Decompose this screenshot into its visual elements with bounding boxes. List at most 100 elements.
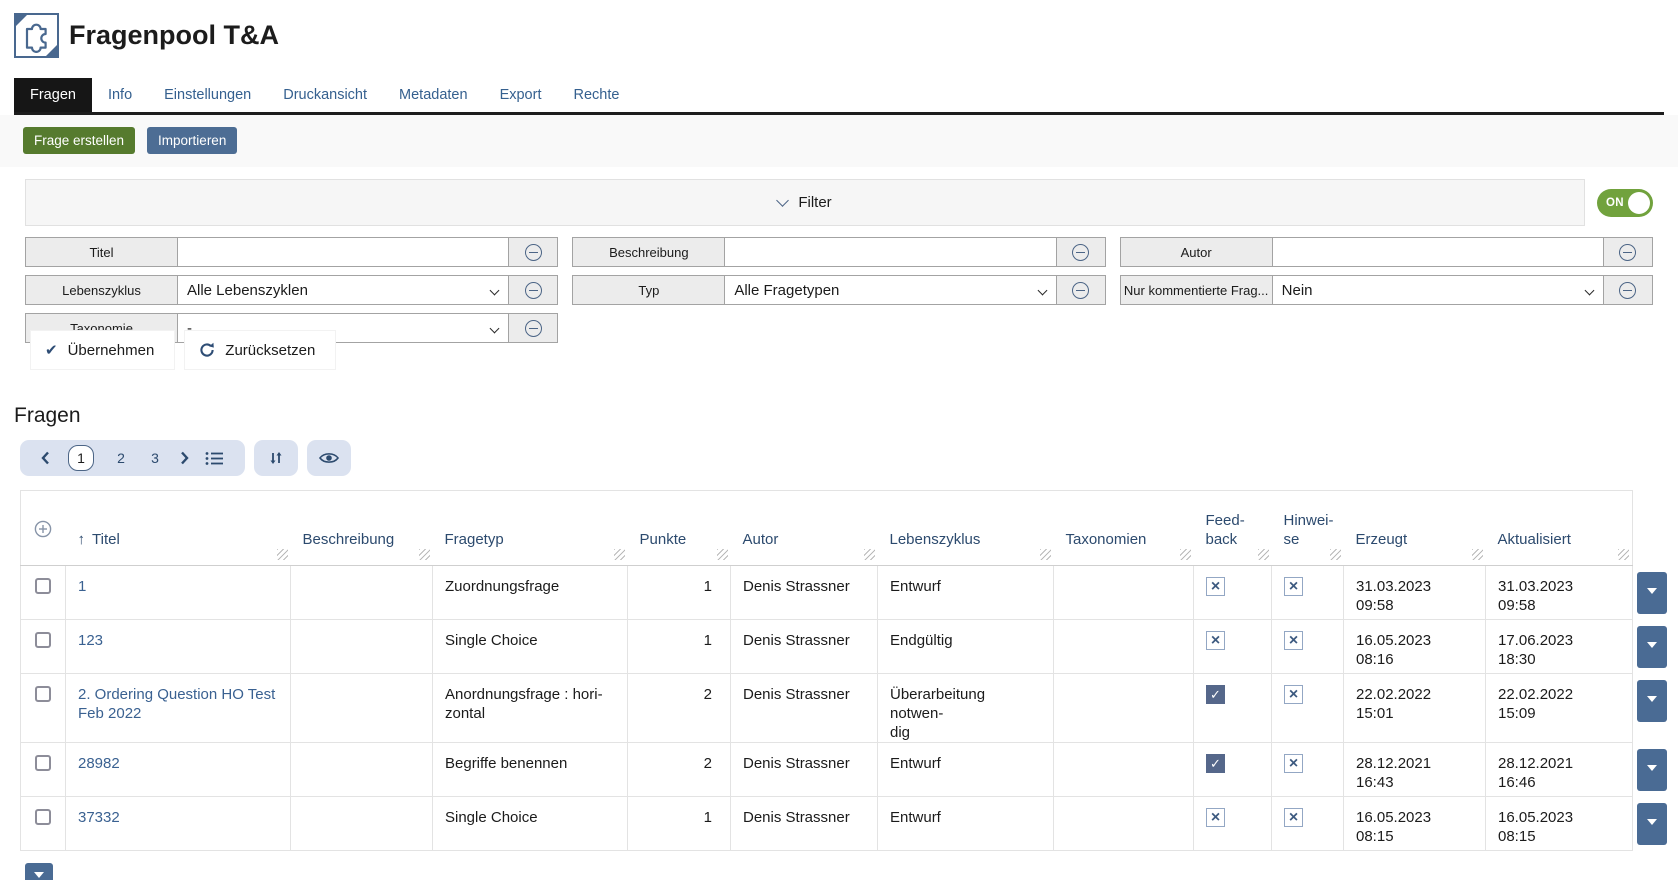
cell-erzeugt: 16.05.2023 08:15 <box>1344 797 1486 851</box>
typ-filter-select[interactable]: Alle Fragetypen <box>725 275 1056 305</box>
bulk-actions-dropdown[interactable] <box>25 863 53 880</box>
pagination-row: 1 2 3 <box>20 440 1678 476</box>
column-header-taxonomien[interactable]: Taxonomien <box>1054 491 1194 566</box>
remove-filter-button[interactable] <box>1604 237 1653 267</box>
column-header-erzeugt[interactable]: Erzeugt <box>1344 491 1486 566</box>
column-resize-handle[interactable] <box>614 549 625 560</box>
cell-beschreibung <box>291 674 433 743</box>
visibility-button[interactable] <box>307 440 351 476</box>
column-resize-handle[interactable] <box>1472 549 1483 560</box>
filter-collapse-header[interactable]: Filter <box>25 179 1585 226</box>
create-question-button[interactable]: Frage erstellen <box>23 127 135 154</box>
list-icon[interactable] <box>197 451 232 466</box>
column-resize-handle[interactable] <box>1330 549 1341 560</box>
row-checkbox[interactable] <box>35 578 51 594</box>
page-button-3[interactable]: 3 <box>138 446 172 470</box>
plus-circle-icon[interactable] <box>34 520 52 538</box>
row-checkbox[interactable] <box>35 686 51 702</box>
lebenszyklus-filter-select[interactable]: Alle Lebenszyklen <box>178 275 509 305</box>
filter-field-label: Nur kommentierte Frag... <box>1120 275 1273 305</box>
column-header-hinweise[interactable]: Hinwei- se <box>1272 491 1344 566</box>
column-resize-handle[interactable] <box>419 549 430 560</box>
row-actions-dropdown[interactable] <box>1637 572 1667 614</box>
row-actions-dropdown[interactable] <box>1637 803 1667 845</box>
remove-filter-button[interactable] <box>1057 275 1106 305</box>
minus-circle-icon <box>1619 282 1636 299</box>
cell-erzeugt: 22.02.2022 15:01 <box>1344 674 1486 743</box>
tab-metadaten[interactable]: Metadaten <box>383 78 484 112</box>
filter-panel: Filter ON Titel Beschreibung Autor Leben… <box>25 179 1653 370</box>
actions-header <box>1633 491 1663 566</box>
column-resize-handle[interactable] <box>277 549 288 560</box>
column-header-fragetyp[interactable]: Fragetyp <box>433 491 628 566</box>
column-header-punkte[interactable]: Punkte <box>628 491 731 566</box>
arrow-up-icon <box>78 531 86 548</box>
question-link[interactable]: 123 <box>78 632 103 649</box>
apply-filter-button[interactable]: ✔ Übernehmen <box>30 330 175 370</box>
cell-fragetyp: Single Choice <box>433 797 628 851</box>
autor-filter-input[interactable] <box>1273 237 1604 267</box>
table-row: 37332 Single Choice 1 Denis Strassner En… <box>21 797 1663 851</box>
page-button-1[interactable]: 1 <box>68 445 94 471</box>
filter-fields: Titel Beschreibung Autor Lebenszyklus Al… <box>25 237 1653 343</box>
remove-filter-button[interactable] <box>1604 275 1653 305</box>
cell-beschreibung <box>291 620 433 674</box>
page-title: Fragenpool T&A <box>69 20 279 51</box>
question-link[interactable]: 2. Ordering Question HO Test Feb 2022 <box>78 686 275 722</box>
sort-order-button[interactable] <box>254 440 298 476</box>
tab-druckansicht[interactable]: Druckansicht <box>267 78 383 112</box>
row-actions-dropdown[interactable] <box>1637 680 1667 722</box>
tab-einstellungen[interactable]: Einstellungen <box>148 78 267 112</box>
titel-filter-input[interactable] <box>178 237 509 267</box>
minus-circle-icon <box>525 282 542 299</box>
kommentierte-filter-select[interactable]: Nein <box>1273 275 1604 305</box>
beschreibung-filter-input[interactable] <box>725 237 1056 267</box>
chevron-down-icon <box>1037 286 1047 296</box>
tab-rechte[interactable]: Rechte <box>557 78 635 112</box>
filter-field-beschreibung: Beschreibung <box>572 237 1105 267</box>
column-header-lebenszyklus[interactable]: Lebenszyklus <box>878 491 1054 566</box>
table-header-row: Titel Beschreibung Fragetyp Punkte Autor… <box>21 491 1663 566</box>
tab-export[interactable]: Export <box>484 78 558 112</box>
row-actions-dropdown[interactable] <box>1637 626 1667 668</box>
reset-filter-button[interactable]: Zurücksetzen <box>184 330 336 370</box>
column-header-autor[interactable]: Autor <box>731 491 878 566</box>
row-checkbox[interactable] <box>35 632 51 648</box>
question-link[interactable]: 37332 <box>78 809 120 826</box>
column-header-feedback[interactable]: Feed- back <box>1194 491 1272 566</box>
remove-filter-button[interactable] <box>509 275 558 305</box>
tab-fragen[interactable]: Fragen <box>14 78 92 112</box>
tab-info[interactable]: Info <box>92 78 148 112</box>
column-header-beschreibung[interactable]: Beschreibung <box>291 491 433 566</box>
cell-taxonomien <box>1054 620 1194 674</box>
remove-filter-button[interactable] <box>509 237 558 267</box>
cell-lebenszyklus: Entwurf <box>878 743 1054 797</box>
column-resize-handle[interactable] <box>864 549 875 560</box>
page-button-2[interactable]: 2 <box>104 446 138 470</box>
column-resize-handle[interactable] <box>717 549 728 560</box>
cell-aktualisiert: 16.05.2023 08:15 <box>1486 797 1633 851</box>
row-checkbox[interactable] <box>35 809 51 825</box>
question-link[interactable]: 28982 <box>78 755 120 772</box>
remove-filter-button[interactable] <box>1057 237 1106 267</box>
chevron-right-icon[interactable] <box>172 451 197 465</box>
filter-on-toggle[interactable]: ON <box>1597 189 1653 217</box>
cell-aktualisiert: 31.03.2023 09:58 <box>1486 566 1633 620</box>
feedback-status-icon <box>1206 754 1225 773</box>
cell-punkte: 2 <box>628 674 731 743</box>
question-link[interactable]: 1 <box>78 578 86 595</box>
column-resize-handle[interactable] <box>1180 549 1191 560</box>
row-actions-dropdown[interactable] <box>1637 749 1667 791</box>
column-header-titel[interactable]: Titel <box>66 491 291 566</box>
section-title: Fragen <box>14 404 1678 428</box>
import-button[interactable]: Importieren <box>147 127 237 154</box>
feedback-status-icon <box>1206 577 1225 596</box>
cell-aktualisiert: 17.06.2023 18:30 <box>1486 620 1633 674</box>
column-resize-handle[interactable] <box>1258 549 1269 560</box>
chevron-down-icon <box>1585 286 1595 296</box>
row-checkbox[interactable] <box>35 755 51 771</box>
column-header-aktualisiert[interactable]: Aktualisiert <box>1486 491 1633 566</box>
column-resize-handle[interactable] <box>1618 549 1629 560</box>
column-resize-handle[interactable] <box>1040 549 1051 560</box>
chevron-left-icon[interactable] <box>33 451 58 465</box>
